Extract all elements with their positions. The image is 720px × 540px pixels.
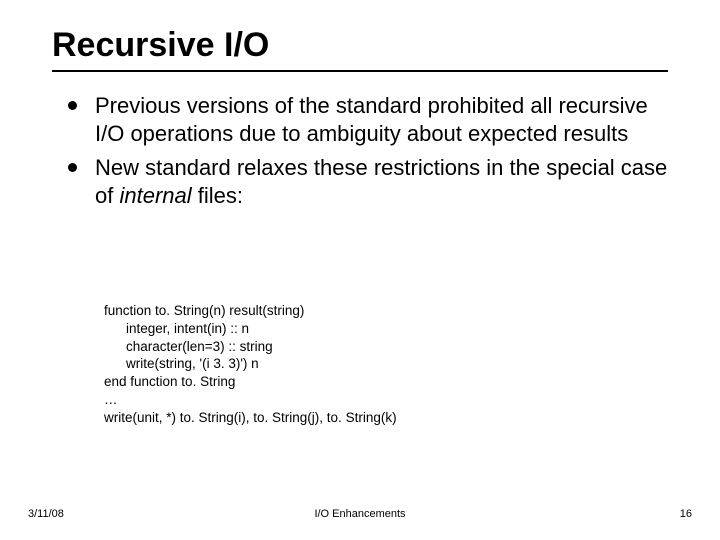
bullet-text-italic: internal xyxy=(119,183,191,208)
bullet-item: New standard relaxes these restrictions … xyxy=(68,154,668,210)
title-underline xyxy=(52,70,668,72)
bullet-icon xyxy=(68,101,77,110)
bullet-text: Previous versions of the standard prohib… xyxy=(95,92,668,148)
bullet-text-post: files: xyxy=(192,183,243,208)
code-line: character(len=3) :: string xyxy=(104,338,624,356)
bullet-item: Previous versions of the standard prohib… xyxy=(68,92,668,148)
bullet-icon xyxy=(68,163,77,172)
code-line: function to. String(n) result(string) xyxy=(104,302,624,320)
bullet-text: New standard relaxes these restrictions … xyxy=(95,154,668,210)
code-line: end function to. String xyxy=(104,373,624,391)
footer-page-number: 16 xyxy=(680,508,692,520)
slide: Recursive I/O Previous versions of the s… xyxy=(0,0,720,540)
code-line: integer, intent(in) :: n xyxy=(104,320,624,338)
code-line: write(unit, *) to. String(i), to. String… xyxy=(104,409,624,427)
code-line: write(string, '(i 3. 3)') n xyxy=(104,355,624,373)
slide-title: Recursive I/O xyxy=(52,26,269,65)
code-block: function to. String(n) result(string) in… xyxy=(104,302,624,427)
slide-body: Previous versions of the standard prohib… xyxy=(68,92,668,217)
code-line: … xyxy=(104,391,624,409)
footer-section: I/O Enhancements xyxy=(0,508,720,520)
